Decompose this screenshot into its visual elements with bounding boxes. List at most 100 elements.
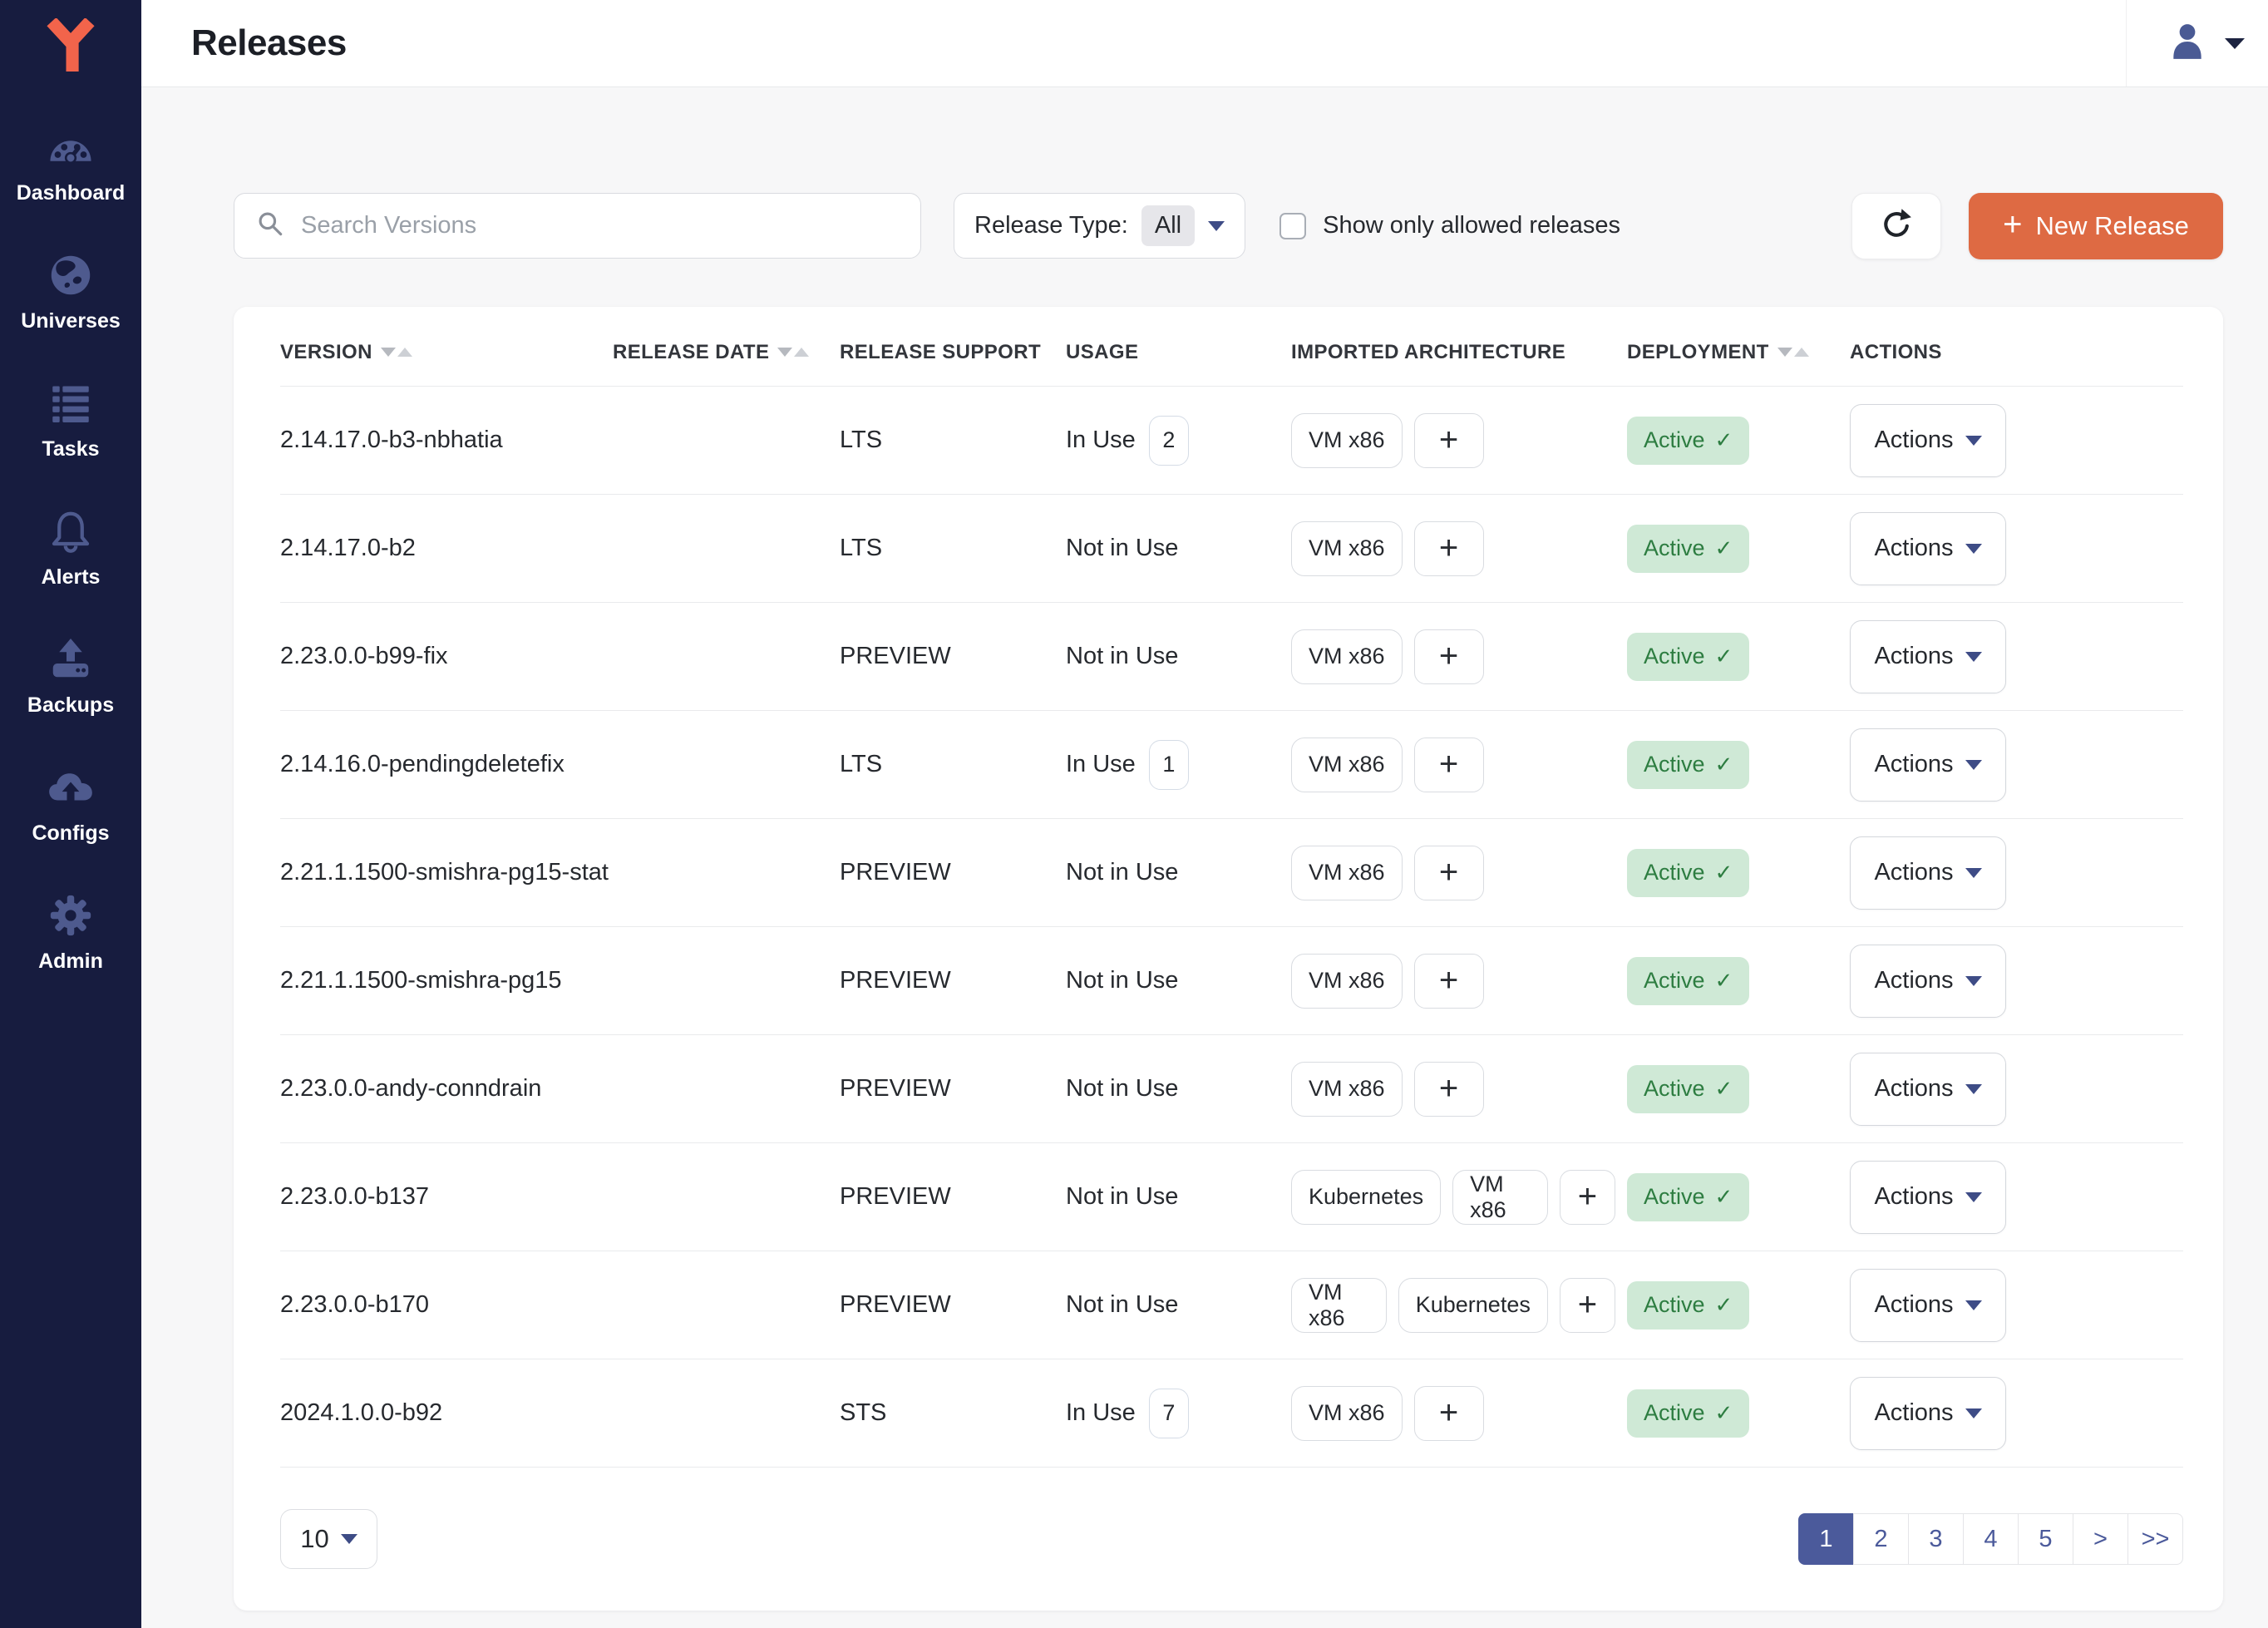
page-size-dropdown[interactable]: 10 (280, 1509, 377, 1569)
usage-count-badge[interactable]: 2 (1149, 416, 1189, 466)
architecture-cell: VM x86 + (1291, 629, 1627, 684)
actions-button[interactable]: Actions (1850, 1377, 2006, 1450)
new-release-button[interactable]: + New Release (1969, 193, 2223, 259)
architecture-cell: VM x86 + (1291, 413, 1627, 468)
page-button-5[interactable]: 5 (2018, 1513, 2073, 1565)
sidebar-item-label: Universes (21, 309, 121, 333)
page-button-3[interactable]: 3 (1908, 1513, 1964, 1565)
add-architecture-button[interactable]: + (1414, 521, 1484, 576)
architecture-chip[interactable]: VM x86 (1291, 629, 1403, 684)
actions-button[interactable]: Actions (1850, 512, 2006, 585)
new-release-label: New Release (2035, 211, 2188, 241)
last-page-button[interactable]: >> (2127, 1513, 2183, 1565)
architecture-chip[interactable]: VM x86 (1291, 413, 1403, 468)
check-icon: ✓ (1715, 1400, 1733, 1426)
architecture-chip[interactable]: VM x86 (1291, 1278, 1387, 1333)
sidebar-item-configs[interactable]: Configs (0, 753, 141, 881)
sidebar-item-label: Backups (27, 693, 114, 718)
sidebar-item-dashboard[interactable]: Dashboard (0, 113, 141, 241)
check-icon: ✓ (1715, 1184, 1733, 1210)
actions-button[interactable]: Actions (1850, 728, 2006, 802)
table-row: 2.23.0.0-b137 PREVIEW Not in Use Kuberne… (280, 1143, 2183, 1251)
actions-button[interactable]: Actions (1850, 836, 2006, 910)
sidebar-item-backups[interactable]: Backups (0, 625, 141, 753)
actions-button[interactable]: Actions (1850, 945, 2006, 1018)
actions-button[interactable]: Actions (1850, 1053, 2006, 1126)
actions-button[interactable]: Actions (1850, 1269, 2006, 1342)
add-architecture-button[interactable]: + (1414, 1062, 1484, 1117)
add-architecture-button[interactable]: + (1560, 1278, 1615, 1333)
search-input[interactable] (301, 212, 900, 239)
sidebar-item-admin[interactable]: Admin (0, 881, 141, 1009)
sidebar-item-label: Tasks (42, 437, 99, 461)
actions-button[interactable]: Actions (1850, 620, 2006, 693)
page-button-4[interactable]: 4 (1963, 1513, 2019, 1565)
sidebar-item-alerts[interactable]: Alerts (0, 497, 141, 625)
architecture-chip[interactable]: VM x86 (1291, 1386, 1403, 1441)
actions-button[interactable]: Actions (1850, 1161, 2006, 1234)
architecture-chip[interactable]: VM x86 (1291, 1062, 1403, 1117)
chevron-down-icon (1965, 1192, 1982, 1202)
column-header-deployment[interactable]: DEPLOYMENT (1627, 341, 1850, 364)
architecture-cell: VM x86 + (1291, 1386, 1627, 1441)
next-page-button[interactable]: > (2073, 1513, 2128, 1565)
architecture-chip[interactable]: VM x86 (1291, 846, 1403, 900)
architecture-chip[interactable]: VM x86 (1291, 738, 1403, 792)
architecture-chip[interactable]: Kubernetes (1398, 1278, 1548, 1333)
sort-icon (381, 348, 412, 357)
check-icon: ✓ (1715, 1292, 1733, 1318)
usage-count-badge[interactable]: 7 (1149, 1389, 1189, 1438)
yugabyte-logo-icon[interactable] (0, 0, 141, 73)
top-header: Releases (141, 0, 2268, 87)
version-cell: 2.21.1.1500-smishra-pg15-stat (280, 859, 613, 886)
deployment-cell: Active✓ (1627, 633, 1850, 681)
add-architecture-button[interactable]: + (1414, 629, 1484, 684)
usage-cell: Not in Use (1066, 859, 1291, 886)
add-architecture-button[interactable]: + (1414, 954, 1484, 1009)
usage-count-badge[interactable]: 1 (1149, 740, 1189, 790)
architecture-chip[interactable]: Kubernetes (1291, 1170, 1441, 1225)
page-button-2[interactable]: 2 (1853, 1513, 1909, 1565)
release-support-cell: PREVIEW (840, 859, 1066, 886)
page-button-1[interactable]: 1 (1798, 1513, 1854, 1565)
chevron-down-icon (1965, 1408, 1982, 1418)
chevron-down-icon (1965, 760, 1982, 770)
column-header-release-date[interactable]: RELEASE DATE (613, 341, 840, 364)
architecture-chip[interactable]: VM x86 (1291, 521, 1403, 576)
architecture-chip[interactable]: VM x86 (1452, 1170, 1548, 1225)
add-architecture-button[interactable]: + (1560, 1170, 1615, 1225)
page-title: Releases (191, 22, 347, 64)
show-allowed-releases-toggle: Show only allowed releases (1279, 212, 1620, 239)
deployment-cell: Active✓ (1627, 525, 1850, 573)
usage-text: In Use (1066, 427, 1136, 454)
sidebar-item-universes[interactable]: Universes (0, 241, 141, 369)
refresh-button[interactable] (1851, 193, 1941, 259)
sort-icon (1777, 348, 1809, 357)
add-architecture-button[interactable]: + (1414, 738, 1484, 792)
release-type-filter[interactable]: Release Type: All (954, 193, 1245, 259)
deployment-cell: Active✓ (1627, 849, 1850, 897)
user-icon (2167, 21, 2208, 67)
usage-cell: In Use 7 (1066, 1389, 1291, 1438)
version-cell: 2.23.0.0-b99-fix (280, 643, 613, 670)
usage-cell: Not in Use (1066, 643, 1291, 670)
check-icon: ✓ (1715, 860, 1733, 886)
table-row: 2.21.1.1500-smishra-pg15-stat PREVIEW No… (280, 819, 2183, 927)
show-allowed-checkbox[interactable] (1279, 213, 1306, 239)
actions-button[interactable]: Actions (1850, 404, 2006, 477)
usage-cell: In Use 2 (1066, 416, 1291, 466)
sidebar-item-tasks[interactable]: Tasks (0, 369, 141, 497)
add-architecture-button[interactable]: + (1414, 1386, 1484, 1441)
release-support-cell: STS (840, 1399, 1066, 1427)
sidebar: Dashboard Universes (0, 0, 141, 1628)
upload-server-icon (43, 632, 98, 687)
column-header-version[interactable]: VERSION (280, 341, 613, 364)
user-menu-button[interactable] (2167, 21, 2245, 67)
actions-cell: Actions (1850, 836, 2183, 910)
release-support-cell: PREVIEW (840, 967, 1066, 994)
deployment-cell: Active✓ (1627, 957, 1850, 1005)
architecture-chip[interactable]: VM x86 (1291, 954, 1403, 1009)
add-architecture-button[interactable]: + (1414, 846, 1484, 900)
cloud-upload-icon (43, 760, 98, 815)
add-architecture-button[interactable]: + (1414, 413, 1484, 468)
